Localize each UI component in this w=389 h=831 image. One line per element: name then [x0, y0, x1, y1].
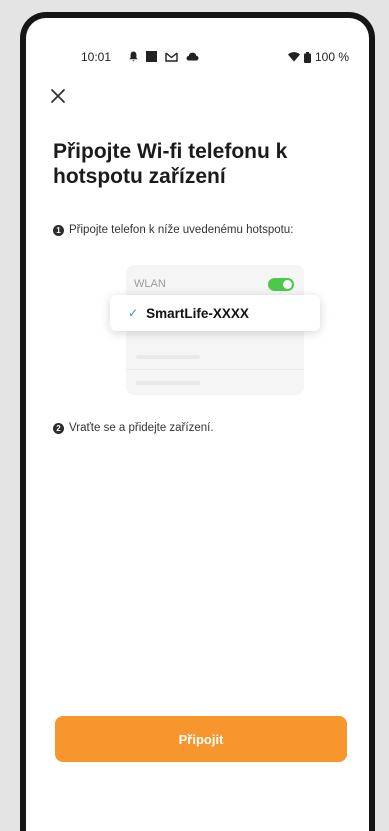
page-title: Připojte Wi-fi telefonu k hotspotu zaříz… — [53, 140, 288, 188]
connect-button[interactable]: Připojit — [55, 716, 347, 762]
notification-icon — [129, 51, 138, 62]
step-2: 2 Vraťte se a přidejte zařízení. — [53, 422, 214, 434]
step-1: 1 Připojte telefon k níže uvedenému hots… — [53, 224, 293, 236]
wlan-label: WLAN — [134, 278, 166, 290]
home-indicator[interactable] — [156, 819, 256, 823]
square-icon — [146, 51, 157, 62]
step-1-text: Připojte telefon k níže uvedenému hotspo… — [69, 224, 294, 236]
gmail-icon — [165, 51, 178, 62]
close-icon — [51, 89, 65, 103]
phone-frame: 10:01 100 % Připojte Wi-fi telefonu k ho… — [20, 12, 375, 831]
status-icons-left — [129, 51, 199, 62]
network-item-smartlife: ✓ SmartLife-XXXX — [110, 295, 320, 331]
step-2-number-icon: 2 — [53, 422, 64, 434]
divider — [126, 369, 304, 370]
status-icons-right: 100 % — [287, 50, 349, 64]
status-time: 10:01 — [81, 50, 112, 64]
step-2-text: Vraťte se a přidejte zařízení. — [69, 422, 214, 434]
network-name: SmartLife-XXXX — [146, 305, 249, 321]
check-icon: ✓ — [128, 306, 139, 320]
close-button[interactable] — [46, 84, 70, 108]
screen: 10:01 100 % Připojte Wi-fi telefonu k ho… — [26, 18, 369, 831]
placeholder-line — [136, 355, 200, 359]
battery-percent: 100 % — [314, 50, 349, 64]
status-bar: 10:01 100 % — [26, 48, 369, 66]
wifi-icon — [287, 52, 300, 62]
wlan-toggle-icon — [268, 278, 294, 291]
battery-icon — [303, 51, 311, 63]
cloud-icon — [186, 52, 199, 61]
step-1-number-icon: 1 — [53, 224, 64, 236]
placeholder-line — [136, 381, 200, 385]
